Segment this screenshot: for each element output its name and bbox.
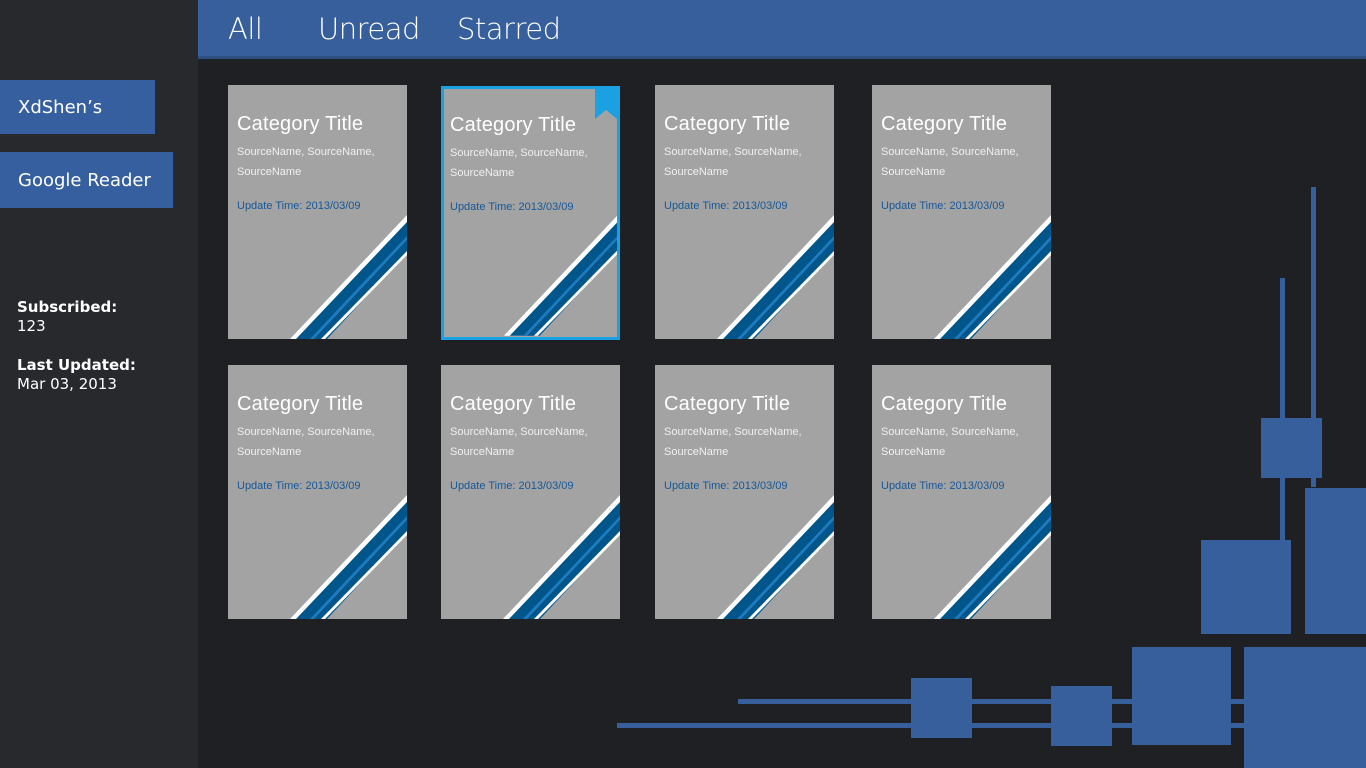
source-names: SourceName, SourceName, SourceName (450, 147, 588, 179)
last-updated-value: Mar 03, 2013 (17, 375, 117, 393)
update-time: Update Time: 2013/03/09 (237, 480, 361, 492)
top-navigation-bar: All Unread Starred (198, 0, 1366, 59)
update-time: Update Time: 2013/03/09 (237, 200, 361, 212)
update-time: Update Time: 2013/03/09 (881, 480, 1005, 492)
category-tile[interactable]: Category Title SourceName, SourceName, S… (441, 86, 620, 340)
category-title: Category Title (237, 393, 364, 415)
category-tile[interactable]: Category Title SourceName, SourceName, S… (872, 365, 1051, 619)
source-names: SourceName, SourceName, SourceName (450, 426, 588, 458)
category-tile[interactable]: Category Title SourceName, SourceName, S… (441, 365, 620, 619)
category-title: Category Title (450, 393, 577, 415)
sidebar: XdShen’s Google Reader Subscribed: 123 L… (0, 0, 198, 768)
category-tile[interactable]: Category Title SourceName, SourceName, S… (228, 85, 407, 339)
sidebar-item-label: XdShen’s (18, 96, 103, 118)
update-time: Update Time: 2013/03/09 (664, 480, 788, 492)
update-time: Update Time: 2013/03/09 (450, 201, 574, 213)
subscribed-label: Subscribed: (17, 298, 118, 316)
tab-starred[interactable]: Starred (457, 12, 561, 46)
category-title: Category Title (450, 114, 577, 136)
source-names: SourceName, SourceName, SourceName (664, 146, 802, 178)
sidebar-item-xdshen[interactable]: XdShen’s (0, 80, 155, 134)
update-time: Update Time: 2013/03/09 (450, 480, 574, 492)
subscribed-value: 123 (17, 317, 46, 335)
category-title: Category Title (237, 113, 364, 135)
source-names: SourceName, SourceName, SourceName (237, 426, 375, 458)
update-time: Update Time: 2013/03/09 (881, 200, 1005, 212)
category-title: Category Title (664, 113, 791, 135)
source-names: SourceName, SourceName, SourceName (664, 426, 802, 458)
category-tile[interactable]: Category Title SourceName, SourceName, S… (655, 365, 834, 619)
last-updated-label: Last Updated: (17, 356, 136, 374)
bookmark-icon (595, 89, 617, 119)
update-time: Update Time: 2013/03/09 (664, 200, 788, 212)
category-tile[interactable]: Category Title SourceName, SourceName, S… (872, 85, 1051, 339)
source-names: SourceName, SourceName, SourceName (881, 426, 1019, 458)
category-title: Category Title (881, 113, 1008, 135)
category-tile[interactable]: Category Title SourceName, SourceName, S… (228, 365, 407, 619)
source-names: SourceName, SourceName, SourceName (881, 146, 1019, 178)
sidebar-item-google-reader[interactable]: Google Reader (0, 152, 173, 208)
category-title: Category Title (881, 393, 1008, 415)
category-tile[interactable]: Category Title SourceName, SourceName, S… (655, 85, 834, 339)
tab-unread[interactable]: Unread (318, 12, 420, 46)
sidebar-item-label: Google Reader (18, 169, 151, 191)
source-names: SourceName, SourceName, SourceName (237, 146, 375, 178)
category-title: Category Title (664, 393, 791, 415)
tab-all[interactable]: All (228, 12, 263, 46)
